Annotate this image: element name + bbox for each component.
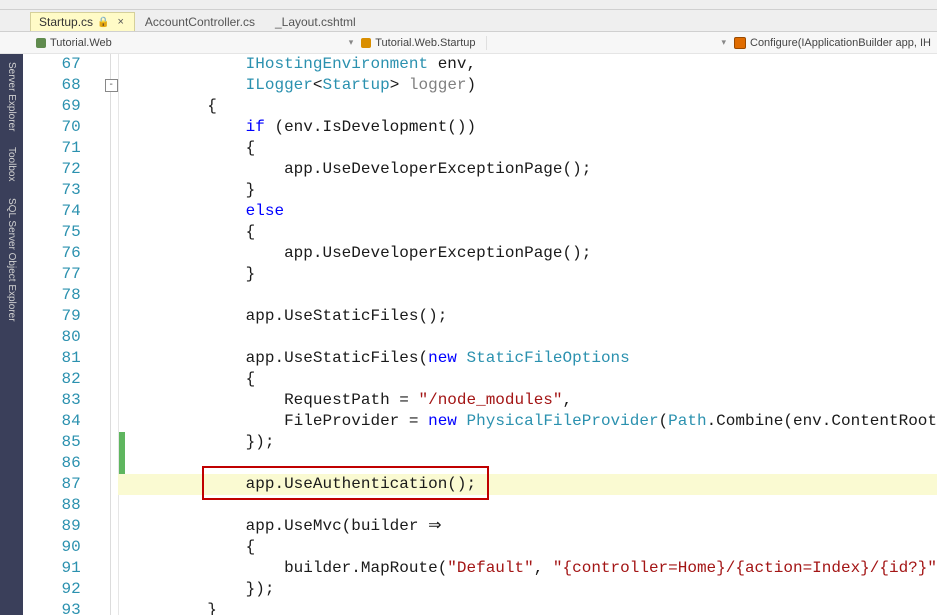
side-tab-sql-explorer[interactable]: SQL Server Object Explorer (3, 190, 20, 330)
code-line[interactable]: } (130, 180, 937, 201)
line-number: 76 (23, 243, 81, 264)
code-line[interactable]: FileProvider = new PhysicalFileProvider(… (130, 411, 937, 432)
line-number: 84 (23, 411, 81, 432)
file-tab-row: Startup.cs 🔒 × AccountController.cs _Lay… (0, 10, 937, 32)
line-number: 69 (23, 96, 81, 117)
code-line[interactable]: } (130, 600, 937, 615)
line-number: 75 (23, 222, 81, 243)
tab-label: Startup.cs (39, 15, 93, 29)
nav-method[interactable]: Configure(IApplicationBuilder app, IH (728, 36, 937, 50)
fold-guide-line (110, 54, 111, 615)
line-number: 85 (23, 432, 81, 453)
code-line[interactable]: { (130, 222, 937, 243)
code-line[interactable]: builder.MapRoute("Default", "{controller… (130, 558, 937, 579)
line-number: 86 (23, 453, 81, 474)
line-number: 82 (23, 369, 81, 390)
code-line[interactable] (130, 285, 937, 306)
tab-label: _Layout.cshtml (275, 15, 356, 29)
cs-icon (36, 38, 46, 48)
nav-project[interactable]: Tutorial.Web (30, 36, 118, 50)
lock-icon: 🔒 (97, 17, 109, 28)
line-number: 73 (23, 180, 81, 201)
line-number: 74 (23, 201, 81, 222)
code-line[interactable]: app.UseStaticFiles(new StaticFileOptions (130, 348, 937, 369)
code-line[interactable] (130, 453, 937, 474)
code-line[interactable]: if (env.IsDevelopment()) (130, 117, 937, 138)
code-line[interactable]: }); (130, 579, 937, 600)
line-number: 91 (23, 558, 81, 579)
class-icon (361, 38, 371, 48)
line-number: 81 (23, 348, 81, 369)
line-number: 78 (23, 285, 81, 306)
line-number: 92 (23, 579, 81, 600)
menu-strip (0, 0, 937, 10)
file-tab-layout[interactable]: _Layout.cshtml (267, 13, 366, 31)
editor-pane[interactable]: 6768697071727374757677787980818283848586… (23, 54, 937, 615)
fold-column: - (99, 54, 120, 615)
code-line[interactable]: RequestPath = "/node_modules", (130, 390, 937, 411)
nav-bar: Tutorial.Web ▾ Tutorial.Web.Startup ▾ Co… (0, 32, 937, 54)
close-icon[interactable]: × (117, 16, 123, 28)
code-line[interactable]: } (130, 264, 937, 285)
chevron-down-icon[interactable]: ▾ (719, 37, 728, 48)
line-number: 93 (23, 600, 81, 615)
code-line[interactable]: else (130, 201, 937, 222)
line-number: 71 (23, 138, 81, 159)
line-number: 83 (23, 390, 81, 411)
method-icon (734, 37, 746, 49)
side-tab-toolbox[interactable]: Toolbox (3, 139, 20, 189)
code-line[interactable]: app.UseMvc(builder ⇒ (130, 516, 937, 537)
line-number: 77 (23, 264, 81, 285)
code-line[interactable]: app.UseDeveloperExceptionPage(); (130, 159, 937, 180)
line-number: 68 (23, 75, 81, 96)
file-tab-accountcontroller[interactable]: AccountController.cs (137, 13, 265, 31)
line-number-gutter: 6768697071727374757677787980818283848586… (23, 54, 99, 615)
line-number: 70 (23, 117, 81, 138)
code-line[interactable]: IHostingEnvironment env, (130, 54, 937, 75)
code-line[interactable]: app.UseDeveloperExceptionPage(); (130, 243, 937, 264)
line-number: 80 (23, 327, 81, 348)
side-tool-tabs: Server Explorer Toolbox SQL Server Objec… (0, 54, 23, 615)
line-number: 89 (23, 516, 81, 537)
code-line[interactable]: { (130, 96, 937, 117)
code-line[interactable] (130, 327, 937, 348)
line-number: 79 (23, 306, 81, 327)
line-number: 88 (23, 495, 81, 516)
code-line[interactable]: app.UseAuthentication(); (130, 474, 937, 495)
code-line[interactable]: { (130, 138, 937, 159)
line-number: 87 (23, 474, 81, 495)
code-line[interactable]: ILogger<Startup> logger) (130, 75, 937, 96)
line-number: 90 (23, 537, 81, 558)
fold-toggle[interactable]: - (105, 79, 118, 92)
code-surface[interactable]: IHostingEnvironment env, ILogger<Startup… (124, 54, 937, 615)
file-tab-startup[interactable]: Startup.cs 🔒 × (30, 12, 135, 31)
code-line[interactable] (130, 495, 937, 516)
code-line[interactable]: }); (130, 432, 937, 453)
code-line[interactable]: app.UseStaticFiles(); (130, 306, 937, 327)
side-tab-server-explorer[interactable]: Server Explorer (3, 54, 20, 139)
line-number: 67 (23, 54, 81, 75)
nav-namespace[interactable]: Tutorial.Web.Startup (355, 36, 486, 50)
line-number: 72 (23, 159, 81, 180)
code-line[interactable]: { (130, 537, 937, 558)
chevron-down-icon[interactable]: ▾ (347, 37, 356, 48)
code-line[interactable]: { (130, 369, 937, 390)
tab-label: AccountController.cs (145, 15, 255, 29)
